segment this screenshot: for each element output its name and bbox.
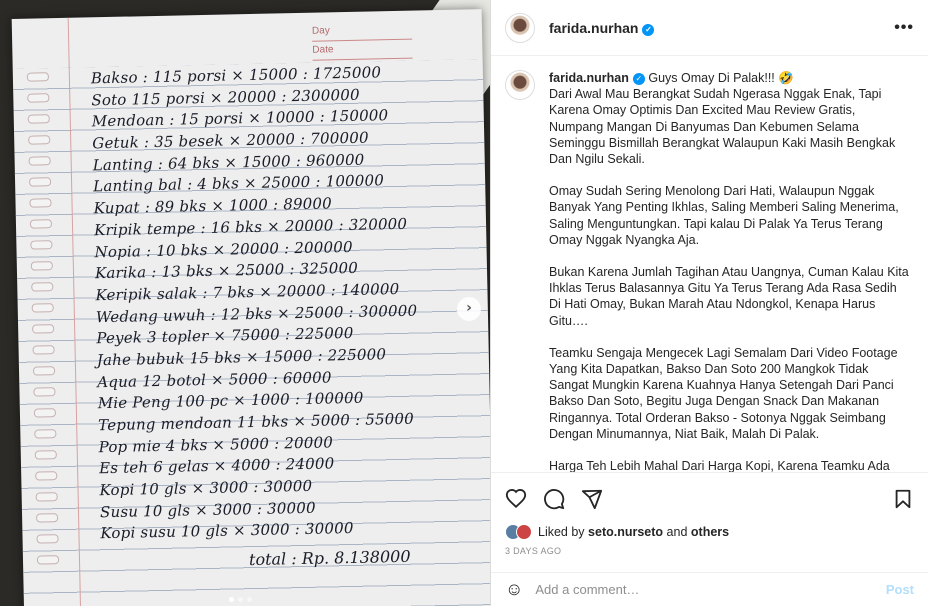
caption-paragraph: Dari Awal Mau Berangkat Sudah Ngerasa Ng… bbox=[549, 87, 896, 167]
notebook-day-label: Day bbox=[311, 20, 413, 42]
caption-paragraph: Omay Sudah Sering Menolong Dari Hati, Wa… bbox=[549, 184, 899, 247]
liker-username[interactable]: seto.nurseto bbox=[588, 525, 663, 539]
carousel-dot bbox=[238, 597, 243, 602]
post-photo[interactable]: ue Day Date Bakso : 115 porsi × 15000 : … bbox=[0, 0, 490, 606]
bookmark-icon[interactable] bbox=[892, 488, 914, 510]
comment-bar: ☺ Post bbox=[491, 572, 928, 606]
caption-area[interactable]: farida.nurhan ✓ Guys Omay Di Palak!!! 🤣 D… bbox=[491, 56, 928, 472]
caption-paragraph: Bukan Karena Jumlah Tagihan Atau Uangnya… bbox=[549, 265, 909, 328]
more-options-icon[interactable]: ••• bbox=[894, 19, 914, 37]
post-modal: ue Day Date Bakso : 115 porsi × 15000 : … bbox=[0, 0, 928, 606]
carousel-dots bbox=[229, 597, 252, 602]
liker-avatar bbox=[516, 524, 532, 540]
likes-others-link[interactable]: others bbox=[691, 525, 729, 539]
notebook-page: Day Date Bakso : 115 porsi × 15000 : 172… bbox=[11, 9, 490, 606]
likes-middle: and bbox=[666, 525, 688, 539]
caption-username[interactable]: farida.nurhan bbox=[549, 71, 629, 85]
handwritten-list: Bakso : 115 porsi × 15000 : 1725000 Soto… bbox=[91, 63, 422, 547]
carousel-dot bbox=[229, 597, 234, 602]
likes-text: Liked by seto.nurseto and others bbox=[538, 525, 729, 539]
post-date[interactable]: 3 DAYS AGO bbox=[505, 546, 561, 556]
heart-icon[interactable] bbox=[505, 488, 527, 510]
likes-prefix: Liked by bbox=[538, 525, 585, 539]
emoji-icon[interactable]: ☺ bbox=[505, 579, 523, 600]
notebook-header: Day Date bbox=[311, 20, 413, 61]
caption-avatar[interactable] bbox=[505, 70, 535, 100]
caption-first-line: Guys Omay Di Palak!!! 🤣 bbox=[648, 71, 794, 85]
username-text[interactable]: farida.nurhan bbox=[549, 20, 638, 36]
comment-icon[interactable] bbox=[543, 488, 565, 510]
notebook-date-label: Date bbox=[312, 39, 413, 61]
handwritten-total: total : Rp. 8.138000 bbox=[248, 546, 411, 570]
likes-summary[interactable]: Liked by seto.nurseto and others bbox=[505, 524, 729, 540]
carousel-dot bbox=[247, 597, 252, 602]
post-side-panel: farida.nurhan ✓ ••• farida.nurhan ✓ Guys O… bbox=[490, 0, 928, 606]
verified-badge-icon: ✓ bbox=[632, 73, 645, 85]
action-bar bbox=[491, 472, 928, 524]
header-username[interactable]: farida.nurhan ✓ bbox=[549, 20, 655, 36]
post-comment-button[interactable]: Post bbox=[886, 582, 914, 597]
share-icon[interactable] bbox=[581, 488, 603, 510]
verified-badge-icon: ✓ bbox=[642, 23, 655, 36]
caption-paragraph: Teamku Sengaja Mengecek Lagi Semalam Dar… bbox=[549, 345, 898, 441]
caption-text: farida.nurhan ✓ Guys Omay Di Palak!!! 🤣 D… bbox=[549, 70, 909, 472]
comment-input[interactable] bbox=[535, 582, 866, 597]
caption-paragraph: Harga Teh Lebih Mahal Dari Harga Kopi, K… bbox=[549, 459, 890, 472]
post-header: farida.nurhan ✓ ••• bbox=[491, 0, 928, 56]
next-image-button[interactable]: › bbox=[457, 297, 481, 321]
avatar[interactable] bbox=[505, 12, 535, 43]
